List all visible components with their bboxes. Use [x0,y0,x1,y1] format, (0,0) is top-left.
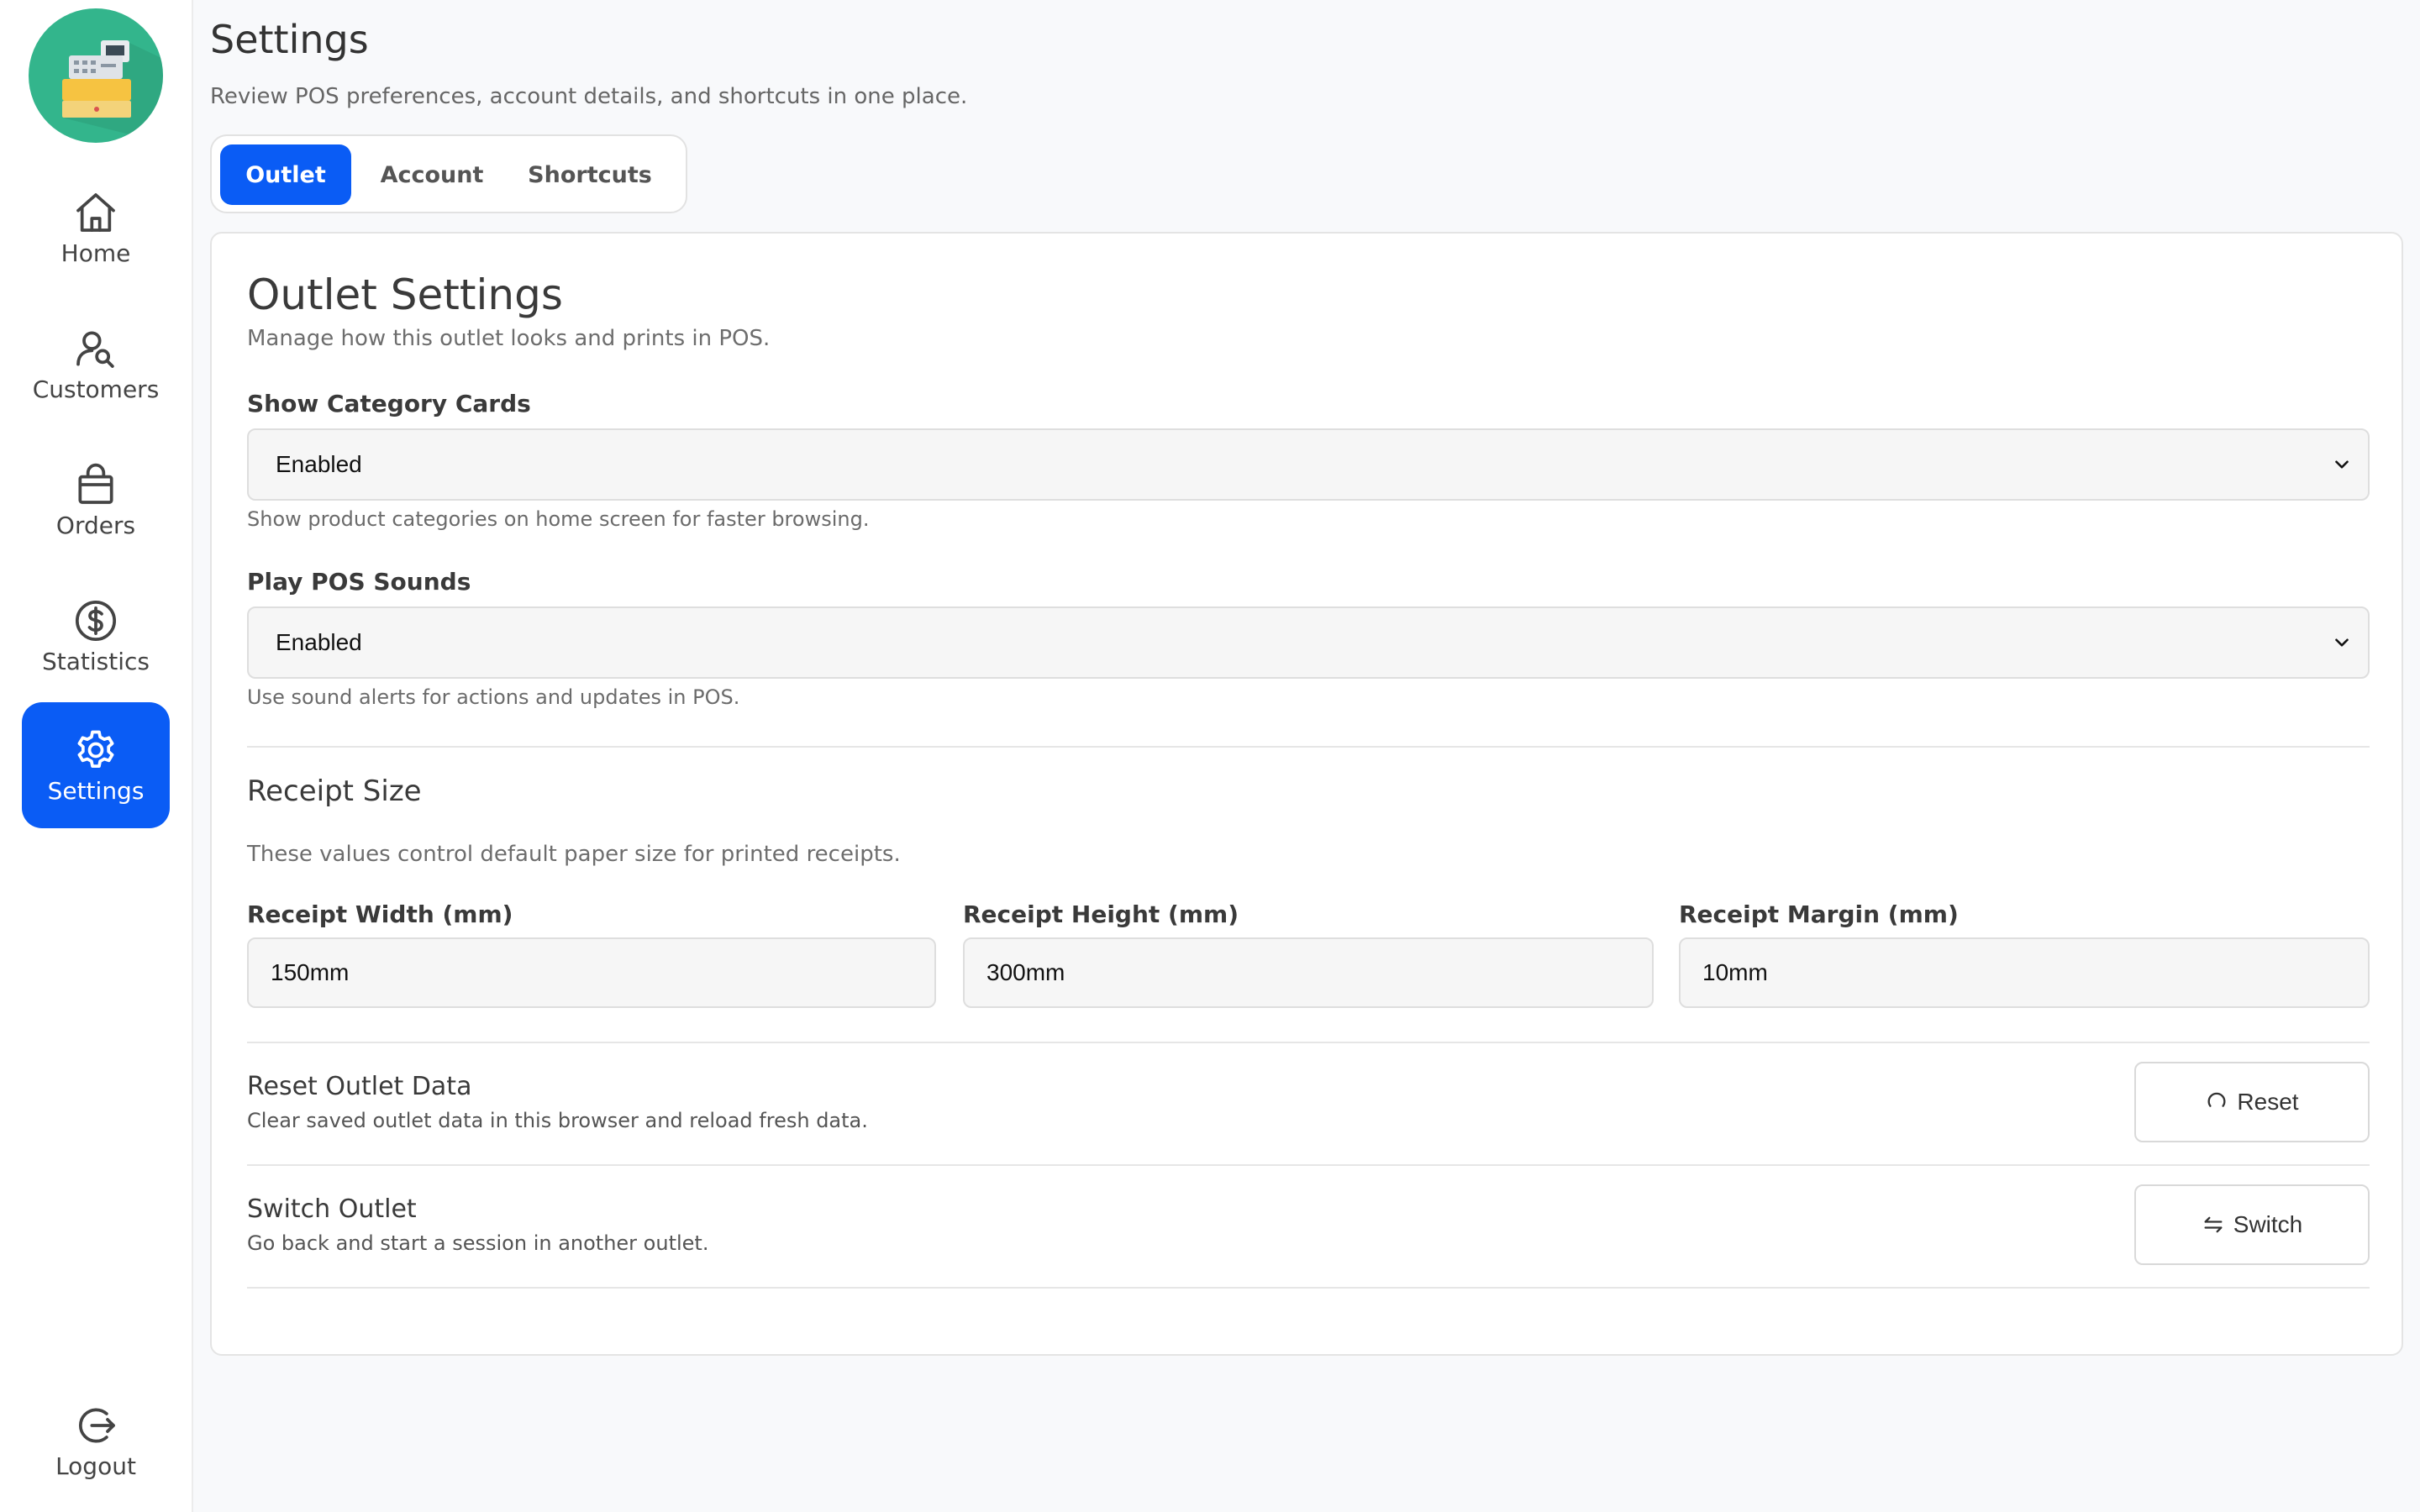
receipt-margin-label: Receipt Margin (mm) [1679,900,1959,928]
switch-outlet-title: Switch Outlet [247,1194,417,1224]
receipt-width-label: Receipt Width (mm) [247,900,513,928]
card-subtitle: Manage how this outlet looks and prints … [247,326,771,351]
sidebar-item-label: Home [60,239,131,267]
tab-account[interactable]: Account [366,144,497,205]
sidebar: Home Customers Orders Statistics Setting… [0,0,193,1512]
logout-button[interactable]: Logout [22,1378,170,1504]
play-pos-sounds-label: Play POS Sounds [247,568,471,596]
tab-outlet[interactable]: Outlet [220,144,351,205]
section-divider [247,1287,2370,1289]
page-title: Settings [210,17,369,62]
receipt-size-description: These values control default paper size … [247,842,901,867]
section-divider [247,1042,2370,1043]
logout-icon [78,1407,115,1443]
shopping-bag-icon [78,463,113,504]
receipt-width-input[interactable]: 150mm [247,937,936,1008]
sidebar-item-label: Customers [32,375,160,403]
app-logo[interactable] [29,8,163,143]
reset-button-label: Reset [2237,1089,2299,1115]
show-category-cards-select[interactable]: Enabled [247,428,2370,501]
show-category-cards-hint: Show product categories on home screen f… [247,507,870,531]
sidebar-item-label: Statistics [42,647,150,675]
outlet-settings-card: Outlet Settings Manage how this outlet l… [210,232,2403,1356]
sidebar-item-customers[interactable]: Customers [22,301,170,427]
sidebar-item-orders[interactable]: Orders [22,437,170,563]
sidebar-item-label: Settings [47,776,145,805]
switch-button-label: Switch [2233,1211,2303,1237]
refresh-icon [2207,1092,2226,1107]
home-icon [76,192,115,232]
gear-icon [77,730,114,768]
card-title: Outlet Settings [247,270,563,319]
switch-outlet-description: Go back and start a session in another o… [247,1231,709,1255]
sidebar-item-statistics[interactable]: Statistics [22,573,170,699]
receipt-size-title: Receipt Size [247,774,422,808]
receipt-height-label: Receipt Height (mm) [963,900,1239,928]
reset-outlet-title: Reset Outlet Data [247,1072,472,1101]
sidebar-item-settings[interactable]: Settings [22,702,170,828]
tab-shortcuts[interactable]: Shortcuts [508,144,672,205]
switch-button[interactable]: Switch [2134,1184,2370,1265]
dollar-circle-icon [75,600,117,641]
reset-button[interactable]: Reset [2134,1062,2370,1142]
play-pos-sounds-hint: Use sound alerts for actions and updates… [247,685,740,709]
cash-register-icon [62,40,163,143]
show-category-cards-label: Show Category Cards [247,390,531,417]
receipt-margin-input[interactable]: 10mm [1679,937,2370,1008]
section-divider [247,1164,2370,1166]
receipt-height-input[interactable]: 300mm [963,937,1654,1008]
sidebar-item-label: Orders [55,511,136,539]
settings-tabs: Outlet Account Shortcuts [210,134,687,213]
page-subtitle: Review POS preferences, account details,… [210,84,968,109]
logout-label: Logout [55,1452,136,1480]
section-divider [247,746,2370,748]
reset-outlet-description: Clear saved outlet data in this browser … [247,1109,868,1132]
chevron-down-icon [2335,460,2349,469]
customers-icon [76,330,114,368]
chevron-down-icon [2335,638,2349,647]
swap-arrows-icon [2204,1216,2223,1233]
play-pos-sounds-select[interactable]: Enabled [247,606,2370,679]
sidebar-item-home[interactable]: Home [22,165,170,291]
play-pos-sounds-value: Enabled [276,629,362,655]
show-category-cards-value: Enabled [276,451,362,477]
